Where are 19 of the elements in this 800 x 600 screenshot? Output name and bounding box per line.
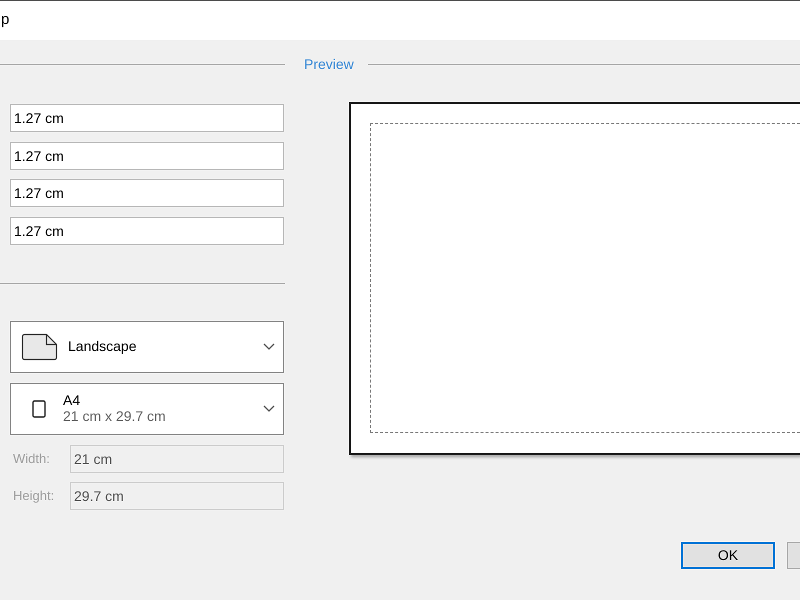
dimension-label: Width:	[12, 450, 51, 468]
preview-label: Preview	[303, 54, 355, 74]
margin-field[interactable]: 1.27 cm	[10, 142, 284, 170]
margin-field[interactable]: 1.27 cm	[10, 104, 284, 132]
margin-field[interactable]: 1.27 cm	[10, 216, 284, 244]
ok-button[interactable]: OK	[681, 542, 775, 569]
window-title: p	[1, 10, 10, 30]
chevron-down-icon	[263, 404, 275, 412]
paper-dimensions: 21 cm x 29.7 cm	[63, 408, 166, 424]
paper-size-dropdown[interactable]: A4 21 cm x 29.7 cm	[10, 382, 284, 434]
orientation-dropdown[interactable]: Landscape	[10, 320, 284, 372]
margin-field[interactable]: 1.27 cm	[10, 179, 284, 207]
orientation-value: Landscape	[68, 337, 137, 356]
dimension-label: Height:	[12, 486, 56, 505]
dialog-button[interactable]	[787, 542, 800, 569]
chevron-down-icon	[263, 342, 275, 350]
paper-name: A4	[63, 393, 82, 408]
portrait-page-icon	[32, 400, 46, 418]
landscape-page-icon	[21, 332, 59, 360]
